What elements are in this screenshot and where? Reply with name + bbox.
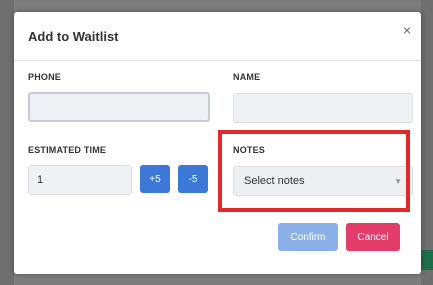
- phone-label: PHONE: [28, 72, 62, 82]
- backdrop-status-bar: [420, 250, 433, 270]
- add-five-button[interactable]: +5: [140, 165, 170, 193]
- confirm-button[interactable]: Confirm: [278, 223, 338, 251]
- modal-header: Add to Waitlist ×: [14, 12, 421, 61]
- backdrop-left: [0, 0, 14, 285]
- phone-input[interactable]: [28, 92, 210, 122]
- notes-highlight-box: [218, 130, 410, 212]
- add-to-waitlist-modal: Add to Waitlist × PHONE NAME ESTIMATED T…: [14, 12, 421, 274]
- backdrop-right: [421, 0, 433, 285]
- cancel-button[interactable]: Cancel: [346, 223, 400, 251]
- close-icon[interactable]: ×: [403, 23, 411, 37]
- modal-title: Add to Waitlist: [28, 29, 119, 44]
- estimated-time-label: ESTIMATED TIME: [28, 145, 107, 155]
- estimated-time-input[interactable]: [28, 165, 132, 195]
- subtract-five-button[interactable]: -5: [178, 165, 208, 193]
- name-input[interactable]: [233, 93, 413, 123]
- name-label: NAME: [233, 72, 261, 82]
